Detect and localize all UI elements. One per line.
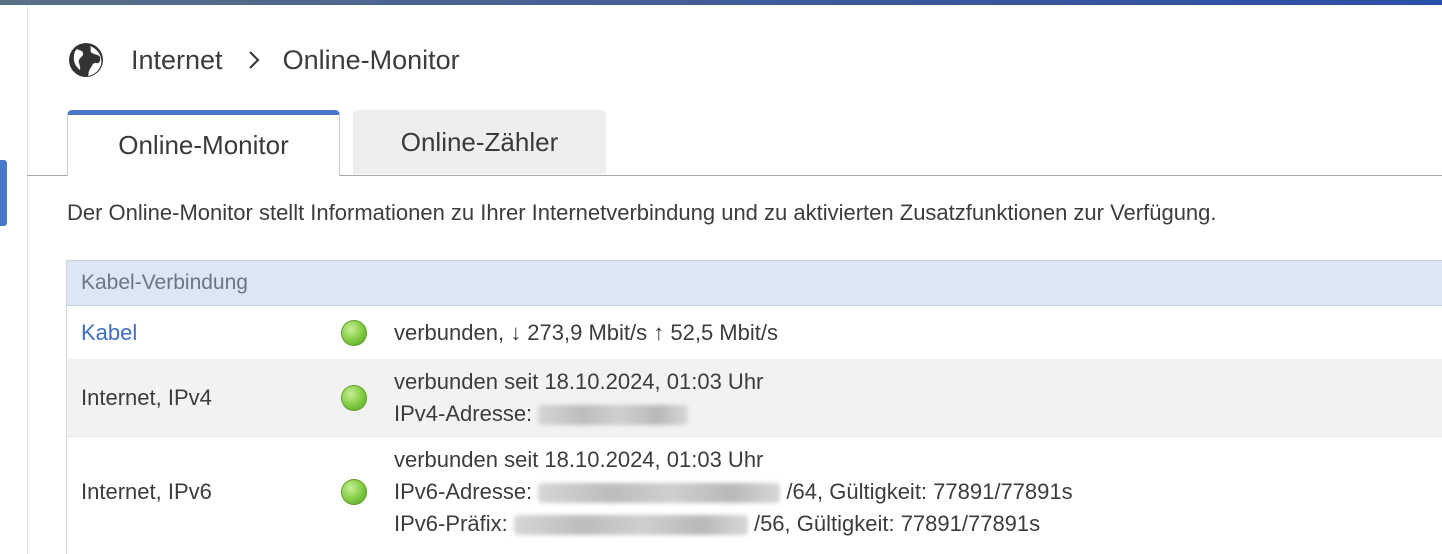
table-row: Internet, IPv6 verbunden seit 18.10.2024… (67, 437, 1442, 547)
status-led-icon (341, 479, 367, 505)
ipv6-address-line: IPv6-Adresse: /64, Gültigkeit: 77891/778… (394, 476, 1073, 508)
table-row: Kabel verbunden, ↓ 273,9 Mbit/s ↑ 52,5 M… (67, 306, 1442, 359)
table-row: Internet, IPv4 verbunden seit 18.10.2024… (67, 359, 1442, 437)
breadcrumb-current: Online-Monitor (282, 44, 460, 75)
breadcrumb-parent[interactable]: Internet (131, 45, 223, 76)
ipv6-label: Internet, IPv6 (81, 479, 212, 504)
tab-online-monitor[interactable]: Online-Monitor (67, 110, 340, 176)
ipv4-details: verbunden seit 18.10.2024, 01:03 Uhr IPv… (394, 366, 763, 430)
chevron-right-icon (239, 45, 269, 75)
ipv4-address-line: IPv4-Adresse: (394, 398, 763, 430)
sidebar (0, 5, 28, 554)
globe-icon (67, 41, 105, 79)
ipv4-address-label: IPv4-Adresse: (394, 400, 533, 426)
ipv6-prefix-validity: /56, Gültigkeit: 77891/77891s (753, 511, 1041, 536)
kabel-link[interactable]: Kabel (81, 320, 137, 346)
ipv4-connected-since: verbunden seit 18.10.2024, 01:03 Uhr (394, 368, 764, 394)
sidebar-active-marker[interactable] (0, 160, 7, 226)
status-led-icon (341, 319, 367, 346)
connection-table: Kabel-Verbindung Kabel verbunden, ↓ 273,… (66, 260, 1442, 554)
ipv4-address-redacted (538, 404, 689, 425)
table-header: Kabel-Verbindung (67, 260, 1442, 306)
ipv6-address-label: IPv6-Adresse: (394, 479, 533, 504)
ipv6-connected-since: verbunden seit 18.10.2024, 01:03 Uhr (394, 447, 764, 472)
ipv4-label: Internet, IPv4 (81, 384, 212, 410)
top-accent-bar (0, 0, 1442, 5)
ipv6-prefix-label: IPv6-Präfix: (394, 511, 508, 536)
breadcrumb: Internet Online-Monitor (67, 40, 460, 80)
ipv6-address-validity: /64, Gültigkeit: 77891/77891s (786, 479, 1073, 504)
tab-bar: Online-Monitor Online-Zähler (27, 108, 1442, 176)
ipv6-prefix-redacted (513, 515, 748, 536)
ipv6-details: verbunden seit 18.10.2024, 01:03 Uhr IPv… (394, 444, 1073, 540)
ipv6-address-redacted (538, 483, 781, 504)
ipv6-prefix-line: IPv6-Präfix: /56, Gültigkeit: 77891/7789… (394, 508, 1073, 540)
tab-online-zaehler[interactable]: Online-Zähler (353, 110, 606, 174)
kabel-status: verbunden, ↓ 273,9 Mbit/s ↑ 52,5 Mbit/s (394, 319, 778, 345)
status-led-icon (341, 384, 367, 411)
intro-text: Der Online-Monitor stellt Informationen … (67, 200, 1217, 225)
